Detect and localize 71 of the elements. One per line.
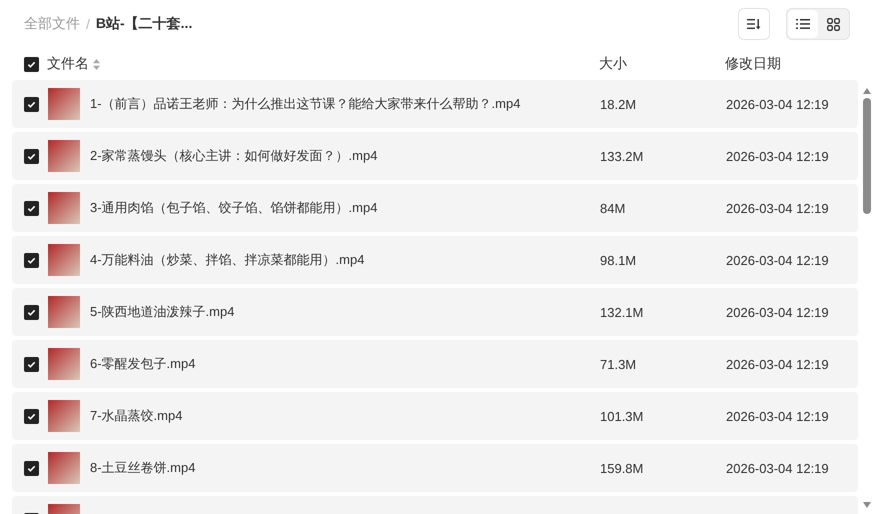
checkbox[interactable]: [24, 356, 39, 372]
checkbox[interactable]: [24, 408, 39, 424]
photo-placeholder: [48, 192, 80, 224]
file-size: 132.1M: [600, 304, 644, 320]
checkmark-icon: [27, 464, 36, 472]
file-name: 1-（前言）品诺王老师：为什么推出这节课？能给大家带来什么帮助？.mp4: [90, 95, 522, 113]
checkmark-icon: [27, 360, 36, 368]
file-row[interactable]: 3-通用肉馅（包子馅、饺子馅、馅饼都能用）.mp4 84M 2026-03-04 12:19: [12, 184, 858, 232]
file-name: 6-零醒发包子.mp4: [90, 355, 196, 373]
file-name: 3-通用肉馅（包子馅、饺子馅、馅饼都能用）.mp4: [90, 199, 378, 217]
modified-date: 2026-03-04 12:19: [726, 200, 829, 216]
checkmark-icon: [27, 412, 36, 420]
breadcrumb-current: B站-【二十套...: [96, 15, 192, 33]
file-size: 101.3M: [600, 408, 644, 424]
file-row[interactable]: 5-陕西地道油泼辣子.mp4 132.1M 2026-03-04 12:19: [12, 288, 858, 336]
checkmark-icon: [27, 152, 36, 160]
file-size: 98.1M: [600, 252, 638, 268]
file-name: 5-陕西地道油泼辣子.mp4: [90, 303, 236, 321]
photo-placeholder: [48, 452, 80, 484]
column-header[interactable]: 修改日期: [725, 55, 781, 73]
file-size: 159.8M: [600, 460, 644, 476]
file-size: 18.2M: [600, 96, 638, 112]
checkmark-icon: [27, 100, 36, 108]
checkmark-icon: [27, 204, 36, 212]
modified-date: 2026-03-04 12:19: [726, 148, 829, 164]
photo-placeholder: [48, 296, 80, 328]
file-name: 2-家常蒸馒头（核心主讲：如何做好发面？）.mp4: [90, 147, 378, 165]
file-row[interactable]: 2-家常蒸馒头（核心主讲：如何做好发面？）.mp4 133.2M 2026-03-04 12:19: [12, 132, 858, 180]
checkmark-icon: [27, 256, 36, 264]
checkbox[interactable]: [24, 252, 39, 268]
sort-button[interactable]: [738, 8, 770, 40]
column-header[interactable]: 大小: [599, 55, 725, 73]
checkmark-icon: [27, 308, 36, 316]
modified-date: 2026-03-04 12:19: [726, 304, 829, 320]
file-name: 8-土豆丝卷饼.mp4: [90, 459, 196, 477]
modified-date: 2026-03-04 12:19: [726, 252, 829, 268]
list-view-button[interactable]: [788, 10, 818, 38]
checkmark-icon: [27, 60, 36, 68]
list-icon: [796, 18, 810, 30]
column-header[interactable]: 文件名: [47, 55, 89, 73]
file-name: 4-万能料油（炒菜、拌馅、拌凉菜都能用）.mp4: [90, 251, 366, 269]
photo-placeholder: [48, 400, 80, 432]
photo-placeholder: [48, 244, 80, 276]
scrollbar-thumb[interactable]: [863, 98, 871, 214]
breadcrumb-separator: /: [86, 16, 90, 32]
file-name: 7-水晶蒸饺.mp4: [90, 407, 184, 425]
file-size: 71.3M: [600, 356, 638, 372]
checkbox[interactable]: [24, 304, 39, 320]
file-size: 133.2M: [600, 148, 644, 164]
modified-date: 2026-03-04 12:19: [726, 460, 829, 476]
file-row[interactable]: 1-（前言）品诺王老师：为什么推出这节课？能给大家带来什么帮助？.mp4 18.2M 2026-03-04 12:19: [12, 80, 858, 128]
checkbox[interactable]: [24, 56, 39, 72]
photo-placeholder: [48, 88, 80, 120]
file-row[interactable]: 4-万能料油（炒菜、拌馅、拌凉菜都能用）.mp4 98.1M 2026-03-04 12:19: [12, 236, 858, 284]
scroll-up-icon[interactable]: [863, 88, 871, 94]
grid-icon: [826, 18, 840, 30]
checkbox[interactable]: [24, 96, 39, 112]
sort-icon: [747, 18, 761, 30]
modified-date: 2026-03-04 12:19: [726, 408, 829, 424]
modified-date: 2026-03-04 12:19: [726, 96, 829, 112]
checkbox[interactable]: [24, 460, 39, 476]
photo-placeholder: [48, 348, 80, 380]
modified-date: 2026-03-04 12:19: [726, 356, 829, 372]
photo-placeholder: [48, 140, 80, 172]
file-size: 84M: [600, 200, 626, 216]
checkbox[interactable]: [24, 200, 39, 216]
checkbox[interactable]: [24, 148, 39, 164]
file-row[interactable]: 7-水晶蒸饺.mp4 101.3M 2026-03-04 12:19: [12, 392, 858, 440]
scroll-down-icon[interactable]: [863, 502, 871, 508]
file-row[interactable]: 6-零醒发包子.mp4 71.3M 2026-03-04 12:19: [12, 340, 858, 388]
file-row[interactable]: 8-土豆丝卷饼.mp4 159.8M 2026-03-04 12:19: [12, 444, 858, 492]
